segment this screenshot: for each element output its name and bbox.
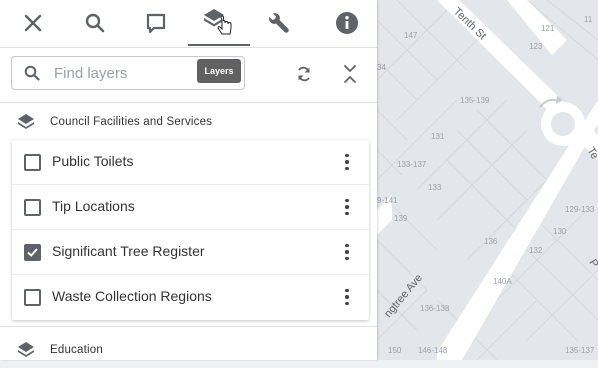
layer-list: Public Toilets Tip Locations Significant… xyxy=(12,140,369,320)
layer-checkbox[interactable] xyxy=(24,154,41,171)
comment-button[interactable] xyxy=(139,6,173,40)
hand-cursor-icon xyxy=(217,15,232,35)
layer-menu-button[interactable] xyxy=(338,240,356,264)
lot-number: 9-141 xyxy=(377,196,398,205)
layer-checkbox[interactable] xyxy=(24,289,41,306)
lot-number: 133-137 xyxy=(397,160,427,169)
layer-row[interactable]: Waste Collection Regions xyxy=(12,275,369,320)
lot-number: 123 xyxy=(529,42,543,51)
active-tab-indicator xyxy=(188,44,250,46)
group-header-education[interactable]: Education xyxy=(0,332,377,368)
layer-checkbox[interactable] xyxy=(24,199,41,216)
tools-button[interactable] xyxy=(262,6,296,40)
group-title: Education xyxy=(50,344,103,356)
lot-number: 34 xyxy=(377,63,386,72)
layer-label: Public Toilets xyxy=(52,153,134,169)
lot-number: 150 xyxy=(388,346,402,355)
lot-number: 135-139 xyxy=(460,96,490,105)
search-icon xyxy=(24,65,40,81)
more-vert-icon xyxy=(345,243,349,248)
lot-number: 132 xyxy=(529,246,543,255)
group-header-council-facilities[interactable]: Council Facilities and Services xyxy=(0,104,377,140)
lot-number: 121 xyxy=(541,24,555,33)
close-button[interactable] xyxy=(16,6,50,40)
search-button[interactable] xyxy=(78,6,112,40)
layers-icon xyxy=(204,9,232,35)
refresh-icon xyxy=(298,66,310,82)
layer-label: Significant Tree Register xyxy=(52,243,205,259)
comment-icon xyxy=(146,13,166,34)
info-button[interactable] xyxy=(330,6,364,40)
layer-checkbox-checked[interactable] xyxy=(24,244,41,261)
more-vert-icon xyxy=(345,153,349,158)
map-canvas[interactable]: Tenth St ngtree Ave Te P 147 121 123 11 … xyxy=(377,0,598,360)
lot-number: 146-148 xyxy=(418,346,448,355)
search-icon xyxy=(85,13,105,33)
divider xyxy=(0,102,377,103)
info-icon xyxy=(336,12,358,34)
close-icon xyxy=(24,14,42,32)
layer-label: Waste Collection Regions xyxy=(52,288,212,304)
lot-number: 140A xyxy=(493,277,512,286)
lot-number: 131 xyxy=(431,132,445,141)
refresh-button[interactable] xyxy=(290,60,318,88)
toolbar xyxy=(0,0,377,48)
lot-number: 136 xyxy=(484,237,498,246)
wrench-icon xyxy=(269,13,289,33)
layers-icon xyxy=(18,114,34,129)
collapse-all-button[interactable] xyxy=(336,60,364,88)
layer-menu-button[interactable] xyxy=(338,195,356,219)
collapse-icon xyxy=(344,65,356,83)
layers-icon xyxy=(18,342,34,357)
lot-number: 129-133 xyxy=(565,205,595,214)
more-vert-icon xyxy=(345,288,349,293)
more-vert-icon xyxy=(345,198,349,203)
group-title: Council Facilities and Services xyxy=(50,116,213,128)
layer-label: Tip Locations xyxy=(52,198,135,214)
layers-panel: Layers Council Facilities and Services P… xyxy=(0,0,377,360)
lot-number: 136-138 xyxy=(420,304,450,313)
lot-number: 130 xyxy=(553,227,567,236)
layers-tooltip: Layers xyxy=(197,59,241,83)
layer-row[interactable]: Public Toilets xyxy=(12,140,369,185)
layer-row[interactable]: Tip Locations xyxy=(12,185,369,230)
check-icon xyxy=(27,248,38,257)
divider xyxy=(0,326,377,327)
layer-menu-button[interactable] xyxy=(338,150,356,174)
layer-menu-button[interactable] xyxy=(338,285,356,309)
find-layers-input[interactable] xyxy=(54,63,194,83)
map-view[interactable]: Tenth St ngtree Ave Te P 147 121 123 11 … xyxy=(377,0,598,360)
lot-number: 139 xyxy=(394,214,408,223)
lot-number: 135-137 xyxy=(565,346,595,355)
lot-number: 147 xyxy=(404,31,418,40)
layers-button[interactable] xyxy=(201,6,235,40)
lot-number: 11 xyxy=(584,15,593,24)
lot-number: 133 xyxy=(428,183,442,192)
search-row xyxy=(0,48,377,100)
layer-row[interactable]: Significant Tree Register xyxy=(12,230,369,275)
